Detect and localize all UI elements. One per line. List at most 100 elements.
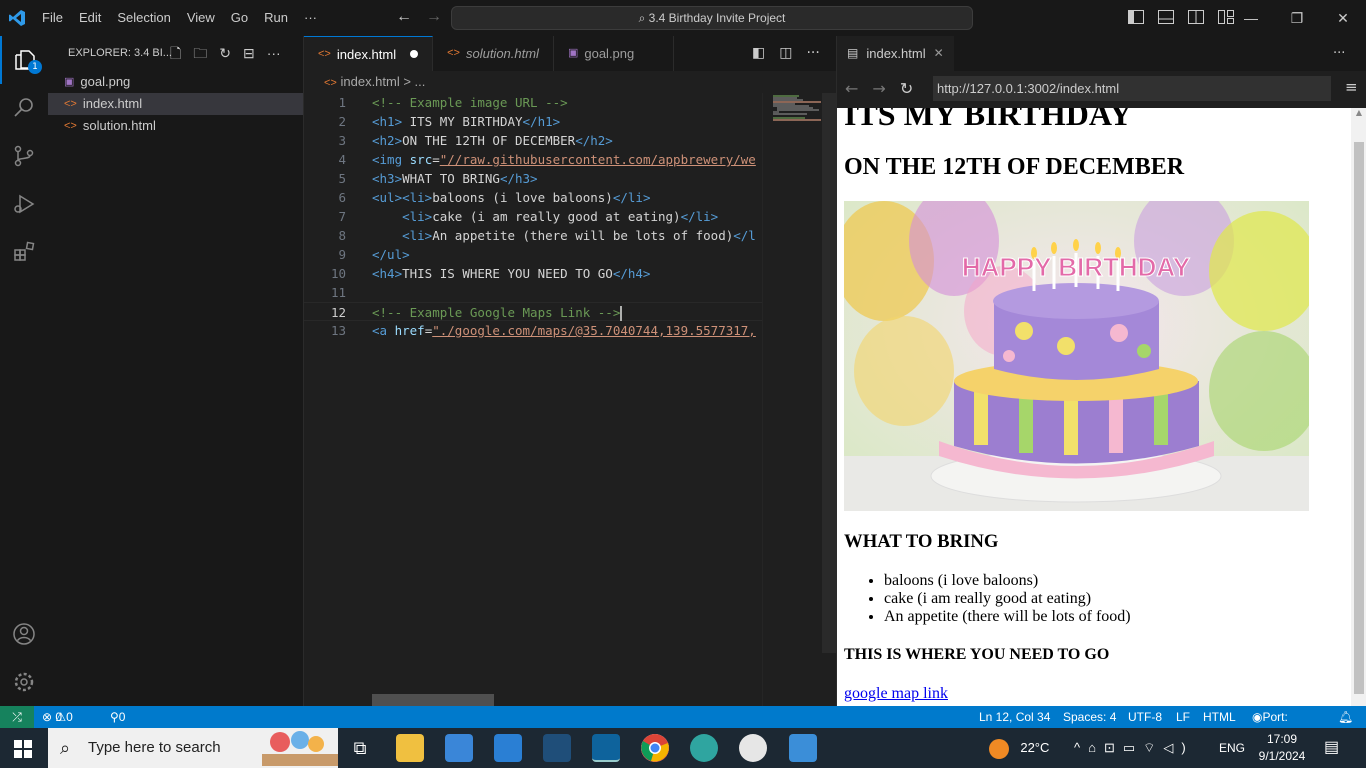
scroll-thumb[interactable]: [822, 93, 836, 653]
windows-taskbar: ⌕ Type here to search ⧉ 22°C ^⌂⊡▭⌔◁) ENG…: [0, 728, 1366, 768]
cursor-position[interactable]: Ln 12, Col 34: [979, 706, 1050, 728]
menu-view[interactable]: View: [179, 0, 223, 36]
more-actions-icon[interactable]: ···: [806, 36, 819, 71]
text-cursor: [620, 306, 623, 321]
file-index-html[interactable]: <> index.html: [48, 93, 303, 115]
problems-indicator[interactable]: ⊗ 0 ⚠ 0: [42, 706, 73, 728]
notifications-icon[interactable]: 🔔︎: [1338, 706, 1353, 728]
close-tab-icon[interactable]: ✕: [934, 36, 944, 71]
nav-arrows: ←→: [396, 8, 456, 26]
minimap[interactable]: [762, 93, 822, 706]
system-tray-icons[interactable]: ^⌂⊡▭⌔◁): [1074, 728, 1194, 768]
image-file-icon: ▣: [64, 76, 75, 88]
tab-goal-png[interactable]: ▣ goal.png: [554, 36, 674, 71]
source-control-activity[interactable]: [0, 132, 48, 180]
task-view-icon[interactable]: ⧉: [346, 734, 374, 762]
tab-index-html[interactable]: <> index.html: [304, 36, 434, 71]
google-map-link[interactable]: google map link: [844, 685, 948, 703]
back-arrow-icon[interactable]: ←: [396, 8, 426, 25]
menu-selection[interactable]: Selection: [109, 0, 178, 36]
chrome-icon[interactable]: [641, 734, 669, 762]
browser-forward-icon[interactable]: →: [872, 79, 885, 98]
browser-menu-icon[interactable]: ≡: [1345, 78, 1358, 96]
explorer-activity[interactable]: 1: [0, 36, 48, 84]
paint-icon[interactable]: [739, 734, 767, 762]
microsoft-store-icon[interactable]: [445, 734, 473, 762]
code-text: <h1> ITS MY BIRTHDAY</h1>: [372, 114, 561, 129]
list-item: cake (i am really good at eating): [884, 590, 1131, 608]
file-explorer-icon[interactable]: [396, 734, 424, 762]
menu-run[interactable]: Run: [256, 0, 296, 36]
menu-go[interactable]: Go: [223, 0, 256, 36]
page-scrollbar[interactable]: ▲: [1351, 108, 1366, 706]
code-text: <h4>THIS IS WHERE YOU NEED TO GO</h4>: [372, 266, 651, 281]
line-number: 3: [338, 133, 346, 148]
manage-activity[interactable]: [0, 658, 48, 706]
menu-file[interactable]: File: [34, 0, 71, 36]
indentation[interactable]: Spaces: 4: [1063, 706, 1116, 728]
split-editor-icon[interactable]: ◫: [779, 36, 792, 71]
editor-vertical-scrollbar[interactable]: [822, 93, 836, 706]
search-icon: ⌕: [638, 11, 649, 25]
weather-widget[interactable]: 22°C: [989, 728, 1049, 768]
refresh-icon[interactable]: ↻: [219, 36, 231, 71]
clock-date: 9/1/2024: [1258, 749, 1306, 763]
source-control-icon: [14, 145, 34, 167]
encoding[interactable]: UTF-8: [1128, 706, 1162, 728]
minimize-button[interactable]: —: [1228, 0, 1274, 36]
tab-solution-html[interactable]: <> solution.html: [433, 36, 554, 71]
clock[interactable]: 17:09 9/1/2024: [1252, 731, 1312, 765]
edge-icon[interactable]: [690, 734, 718, 762]
temperature: 22°C: [1020, 740, 1050, 755]
input-language[interactable]: ENG: [1219, 728, 1245, 768]
mail-icon[interactable]: [494, 734, 522, 762]
toggle-panel-icon[interactable]: [1158, 10, 1174, 24]
new-folder-icon[interactable]: 🗀: [193, 36, 207, 71]
browser-back-icon[interactable]: ←: [845, 79, 858, 98]
menu-edit[interactable]: Edit: [71, 0, 109, 36]
close-window-button[interactable]: ✕: [1320, 0, 1366, 36]
remote-desktop-icon[interactable]: [543, 734, 571, 762]
file-goal-png[interactable]: ▣ goal.png: [48, 71, 303, 93]
collapse-all-icon[interactable]: ⊟: [243, 36, 255, 71]
taskbar-search-box[interactable]: ⌕ Type here to search: [48, 728, 338, 768]
gear-icon: [14, 672, 34, 692]
ports-indicator[interactable]: ⚲ 0: [110, 706, 125, 728]
end-of-line[interactable]: LF: [1176, 706, 1190, 728]
line-number: 2: [338, 114, 346, 129]
page-scroll-thumb[interactable]: [1354, 142, 1364, 694]
extensions-activity[interactable]: [0, 228, 48, 276]
breadcrumb-path[interactable]: index.html > ...: [340, 74, 425, 89]
accounts-activity[interactable]: [0, 610, 48, 658]
birthday-cake-image: HAPPY BIRTHDAY: [844, 201, 1309, 511]
menu-more[interactable]: ···: [296, 0, 325, 36]
file-solution-html[interactable]: <> solution.html: [48, 115, 303, 137]
line-number: 13: [330, 323, 346, 338]
new-file-icon[interactable]: 🗋: [170, 36, 181, 71]
more-actions-icon[interactable]: ···: [1333, 36, 1345, 71]
unsaved-dot-icon[interactable]: [410, 50, 419, 58]
explorer-header: EXPLORER: 3.4 BI... 🗋 🗀 ↻ ⊟ ···: [48, 36, 303, 71]
photos-icon[interactable]: [789, 734, 817, 762]
open-preview-icon[interactable]: ◧: [752, 36, 765, 71]
toggle-secondary-sidebar-icon[interactable]: [1188, 10, 1204, 24]
line-number: 1: [338, 95, 346, 110]
vscode-taskbar-icon[interactable]: [592, 734, 620, 762]
editor-horizontal-scroll-thumb[interactable]: [372, 694, 494, 706]
live-server-port[interactable]: ◉ Port: 3002: [1252, 706, 1289, 746]
run-debug-activity[interactable]: [0, 180, 48, 228]
windows-start-icon[interactable]: [14, 740, 32, 761]
toggle-sidebar-icon[interactable]: [1128, 10, 1144, 24]
action-center-icon[interactable]: ▤: [1324, 728, 1339, 768]
command-center[interactable]: ⌕ 3.4 Birthday Invite Project: [451, 6, 973, 30]
url-input[interactable]: http://127.0.0.1:3002/index.html: [933, 76, 1331, 101]
more-actions-icon[interactable]: ···: [267, 36, 281, 71]
restore-button[interactable]: ❐: [1274, 0, 1320, 36]
tab-browser-index[interactable]: ▤ index.html ✕: [837, 36, 954, 71]
language-mode[interactable]: HTML: [1203, 706, 1236, 728]
browser-reload-icon[interactable]: ↻: [900, 79, 913, 98]
scroll-up-icon[interactable]: ▲: [1353, 108, 1365, 118]
code-area[interactable]: 1 <!-- Example image URL --> 2 <h1> ITS MY…: [304, 93, 762, 340]
search-activity[interactable]: [0, 84, 48, 132]
remote-icon[interactable]: ⤮: [0, 706, 34, 728]
